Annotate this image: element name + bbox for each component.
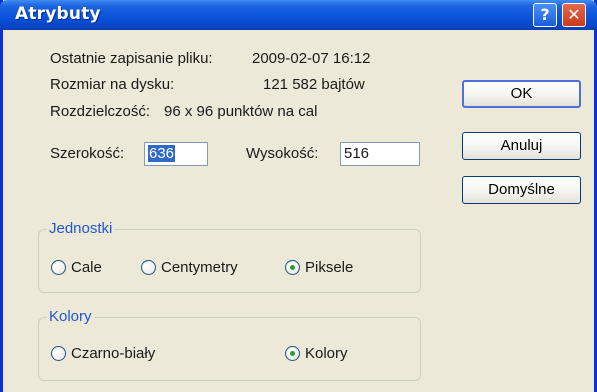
- radio-colors-circle: [285, 346, 300, 361]
- units-legend: Jednostki: [47, 220, 115, 238]
- radio-pixels-label: Piksele: [305, 259, 354, 276]
- width-label: Szerokość:: [50, 145, 125, 162]
- defaults-button[interactable]: Domyślne: [462, 176, 581, 204]
- radio-selected-dot: [290, 351, 295, 356]
- cancel-button[interactable]: Anuluj: [462, 132, 581, 160]
- disk-size-value: 121 582 bajtów: [263, 76, 365, 93]
- radio-centimeters-label: Centymetry: [161, 259, 238, 276]
- ok-button[interactable]: OK: [462, 80, 581, 108]
- radio-inches-label: Cale: [71, 259, 102, 276]
- units-group: Jednostki Cale Centymetry Piksele: [38, 220, 421, 293]
- window-title: Atrybuty: [15, 4, 101, 24]
- radio-centimeters-circle: [141, 260, 156, 275]
- radio-inches-circle: [51, 260, 66, 275]
- last-saved-label: Ostatnie zapisanie pliku:: [50, 50, 213, 67]
- height-input[interactable]: 516: [340, 142, 420, 166]
- attributes-dialog: Atrybuty ? ✕ Ostatnie zapisanie pliku: 2…: [0, 0, 597, 392]
- radio-selected-dot: [290, 265, 295, 270]
- disk-size-label: Rozmiar na dysku:: [50, 76, 175, 93]
- height-label: Wysokość:: [246, 145, 319, 162]
- radio-black-white-label: Czarno-biały: [71, 345, 156, 362]
- height-input-value: 516: [344, 145, 370, 162]
- colors-group: Kolory Czarno-biały Kolory: [38, 308, 421, 381]
- resolution-label: Rozdzielczość:: [50, 103, 151, 120]
- radio-colors-label: Kolory: [305, 345, 348, 362]
- close-icon[interactable]: ✕: [562, 3, 586, 27]
- colors-legend: Kolory: [47, 308, 94, 326]
- last-saved-value: 2009-02-07 16:12: [252, 50, 371, 67]
- title-bar[interactable]: Atrybuty ? ✕: [0, 0, 597, 30]
- resolution-value: 96 x 96 punktów na cal: [164, 103, 318, 120]
- help-icon[interactable]: ?: [533, 3, 557, 27]
- radio-pixels-circle: [285, 260, 300, 275]
- width-input-value: 636: [148, 145, 176, 162]
- width-input[interactable]: 636: [144, 142, 208, 166]
- radio-black-white-circle: [51, 346, 66, 361]
